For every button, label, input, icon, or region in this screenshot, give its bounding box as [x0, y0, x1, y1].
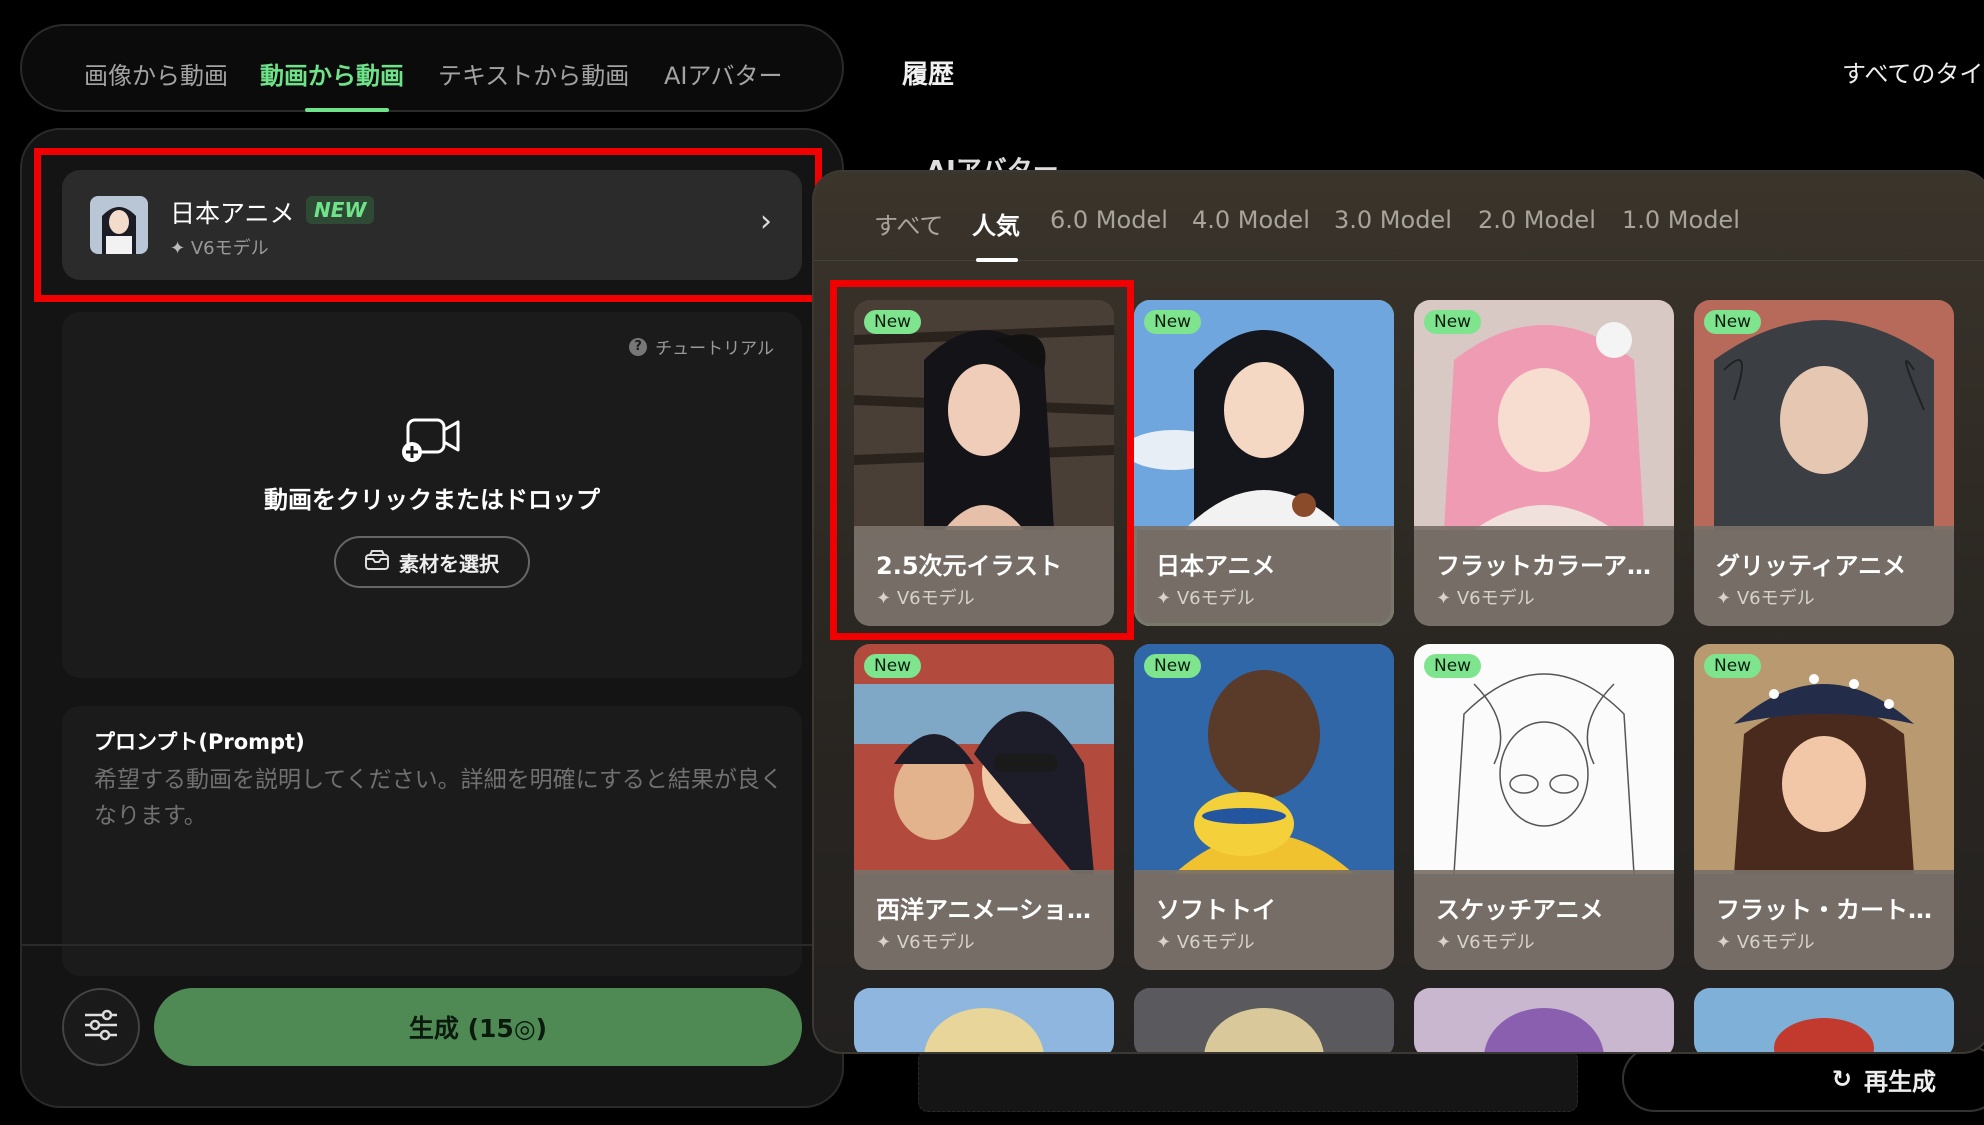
style-card-footer: フラット・カート… ✦ V6モデル	[1694, 870, 1954, 970]
tab-ai-avatar[interactable]: AIアバター	[664, 56, 783, 91]
new-tag: New	[864, 654, 922, 678]
style-version: ✦ V6モデル	[1436, 932, 1535, 953]
popup-tab-6-0-model[interactable]: 6.0 Model	[1050, 206, 1168, 234]
active-tab-indicator	[305, 108, 389, 112]
style-name: ソフトトイ	[1156, 896, 1276, 924]
style-preview-image	[1134, 988, 1394, 1052]
prompt-area: プロンプト(Prompt)	[62, 706, 802, 976]
style-version-label: V6モデル	[896, 932, 975, 953]
new-tag: New	[1704, 654, 1762, 678]
prompt-label: プロンプト(Prompt)	[94, 730, 305, 754]
popup-tab-1-0-model[interactable]: 1.0 Model	[1622, 206, 1740, 234]
refresh-icon: ↻	[1831, 1065, 1852, 1093]
style-version: ✦ V6モデル	[1436, 588, 1535, 609]
style-preview-image	[1694, 988, 1954, 1052]
settings-button[interactable]	[62, 988, 140, 1066]
sliders-icon	[83, 1009, 119, 1045]
popup-tab-3-0-model[interactable]: 3.0 Model	[1334, 206, 1452, 234]
style-version-label: V6モデル	[1736, 588, 1815, 609]
style-card-footer: スケッチアニメ ✦ V6モデル	[1414, 870, 1674, 970]
style-card-gritty-anime[interactable]: New グリッティアニメ ✦ V6モデル	[1694, 300, 1954, 626]
popup-tab-2-0-model[interactable]: 2.0 Model	[1478, 206, 1596, 234]
style-version: ✦ V6モデル	[1716, 932, 1815, 953]
style-version: ✦ V6モデル	[1716, 588, 1815, 609]
style-version-label: V6モデル	[1456, 588, 1535, 609]
style-name: フラットカラーア…	[1436, 552, 1652, 580]
mode-tab-bar: 画像から動画 動画から動画 テキストから動画 AIアバター	[20, 24, 844, 112]
popup-divider	[814, 260, 1984, 261]
history-filter-dropdown[interactable]: すべてのタイ	[1842, 54, 1983, 89]
tutorial-label: チュートリアル	[655, 339, 774, 359]
style-card-footer: フラットカラーア… ✦ V6モデル	[1414, 526, 1674, 626]
select-material-label: 素材を選択	[399, 551, 499, 576]
style-preview-image	[1414, 300, 1674, 530]
style-version: ✦ V6モデル	[876, 932, 975, 953]
history-item-placeholder	[918, 1050, 1578, 1112]
style-version: ✦ V6モデル	[1156, 588, 1255, 609]
style-card-flat-cartoon[interactable]: New フラット・カート… ✦ V6モデル	[1694, 644, 1954, 970]
regenerate-label: 再生成	[1864, 1067, 1936, 1096]
style-card-footer: ソフトトイ ✦ V6モデル	[1134, 870, 1394, 970]
highlight-box-style	[830, 280, 1134, 640]
style-name: フラット・カート…	[1716, 896, 1932, 924]
style-card-partial[interactable]	[1694, 988, 1954, 1052]
help-icon: ?	[629, 337, 648, 356]
style-preview-image	[1414, 988, 1674, 1052]
upload-instruction: 動画をクリックまたはドロップ	[264, 486, 600, 514]
style-name: スケッチアニメ	[1436, 896, 1604, 924]
select-material-button[interactable]: 素材を選択	[334, 536, 530, 588]
generate-button[interactable]: 生成 (15◎)	[154, 988, 802, 1066]
new-tag: New	[1144, 310, 1202, 334]
style-version-label: V6モデル	[1176, 932, 1255, 953]
style-card-western-animation[interactable]: New 西洋アニメーショ… ✦ V6モデル	[854, 644, 1114, 970]
style-name: 日本アニメ	[1156, 552, 1276, 580]
tab-text-to-video[interactable]: テキストから動画	[438, 56, 629, 91]
bottom-divider	[20, 944, 844, 946]
new-tag: New	[1424, 654, 1482, 678]
video-upload-area[interactable]: ? チュートリアル 動画をクリックまたはドロップ 素材を選択	[62, 312, 802, 678]
style-card-soft-toy[interactable]: New ソフトトイ ✦ V6モデル	[1134, 644, 1394, 970]
video-add-icon	[402, 416, 462, 468]
style-card-japanese-anime[interactable]: New 日本アニメ ✦ V6モデル	[1134, 300, 1394, 626]
style-card-partial[interactable]	[1414, 988, 1674, 1052]
style-name: グリッティアニメ	[1716, 552, 1907, 580]
new-tag: New	[1144, 654, 1202, 678]
tab-video-to-video[interactable]: 動画から動画	[260, 56, 404, 91]
style-card-footer: グリッティアニメ ✦ V6モデル	[1694, 526, 1954, 626]
style-card-flat-color-anime[interactable]: New フラットカラーア… ✦ V6モデル	[1414, 300, 1674, 626]
style-preview-image	[1134, 644, 1394, 874]
style-card-footer: 日本アニメ ✦ V6モデル	[1134, 526, 1394, 626]
style-preview-image	[854, 988, 1114, 1052]
style-card-partial[interactable]	[854, 988, 1114, 1052]
highlight-box-model	[34, 148, 822, 302]
new-tag: New	[1424, 310, 1482, 334]
style-preview-image	[1694, 644, 1954, 874]
tab-image-to-video[interactable]: 画像から動画	[84, 56, 228, 91]
regenerate-button[interactable]: ↻ 再生成	[1622, 1046, 1984, 1112]
style-name: 西洋アニメーショ…	[876, 896, 1092, 924]
folder-icon	[365, 549, 389, 575]
style-preview-image	[1134, 300, 1394, 530]
style-preview-image	[854, 644, 1114, 874]
style-version-label: V6モデル	[1176, 588, 1255, 609]
history-title: 履歴	[902, 60, 955, 90]
tutorial-link[interactable]: ? チュートリアル	[629, 334, 774, 359]
style-preview-image	[1694, 300, 1954, 530]
popup-tab-all[interactable]: すべて	[874, 206, 943, 241]
style-card-footer: 西洋アニメーショ… ✦ V6モデル	[854, 870, 1114, 970]
new-tag: New	[1704, 310, 1762, 334]
style-preview-image	[1414, 644, 1674, 874]
style-version: ✦ V6モデル	[1156, 932, 1255, 953]
popup-tab-popular[interactable]: 人気	[972, 206, 1020, 241]
style-card-partial[interactable]	[1134, 988, 1394, 1052]
style-version-label: V6モデル	[1456, 932, 1535, 953]
style-version-label: V6モデル	[1736, 932, 1815, 953]
popup-tab-4-0-model[interactable]: 4.0 Model	[1192, 206, 1310, 234]
prompt-input[interactable]	[94, 762, 784, 862]
style-card-sketch-anime[interactable]: New スケッチアニメ ✦ V6モデル	[1414, 644, 1674, 970]
